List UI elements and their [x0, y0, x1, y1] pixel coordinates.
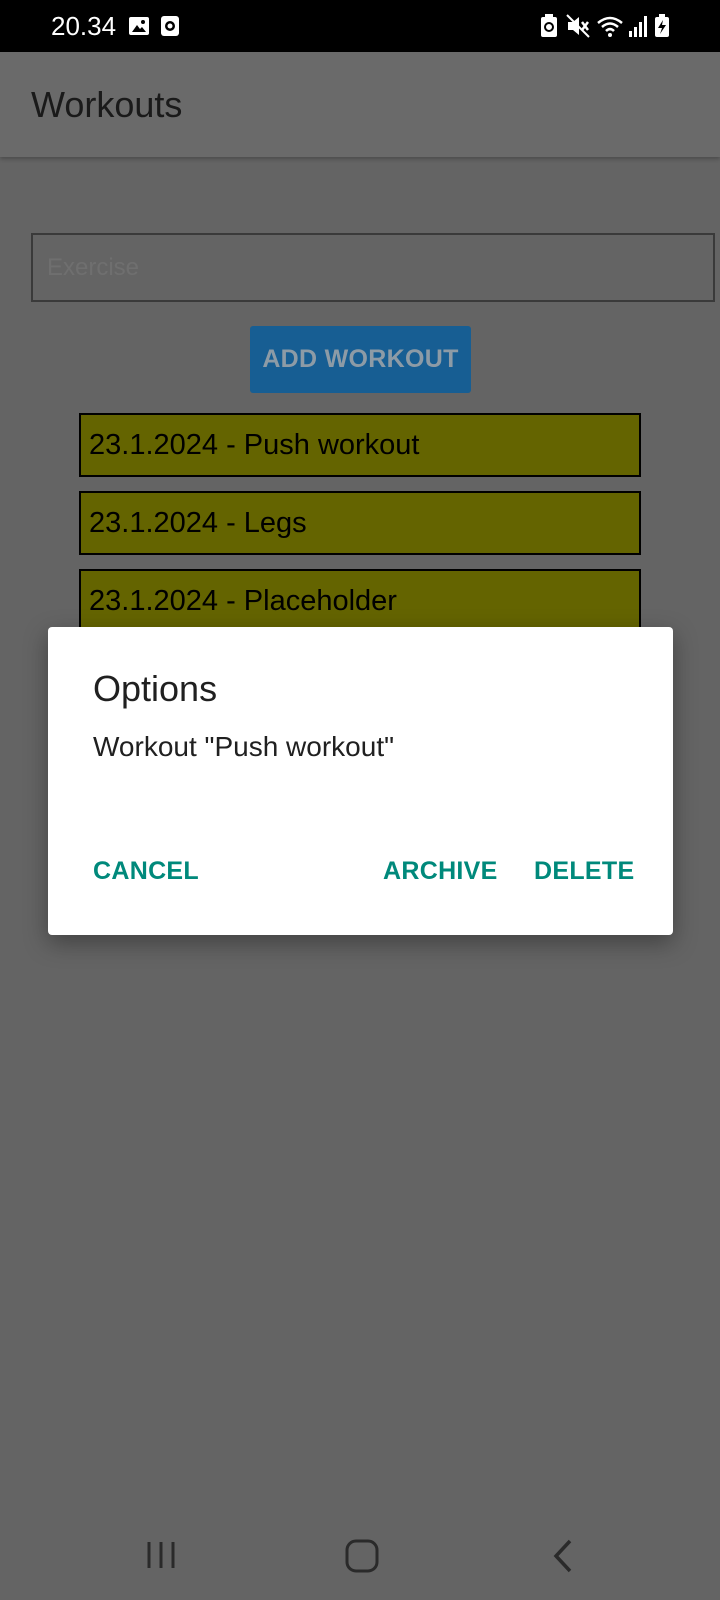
exercise-input[interactable] — [31, 233, 715, 302]
delete-button[interactable]: DELETE — [534, 857, 634, 886]
image-icon — [129, 17, 149, 35]
battery-saver-icon — [541, 14, 557, 37]
workout-item[interactable]: 23.1.2024 - Legs — [79, 491, 641, 555]
battery-icon — [655, 14, 669, 37]
signal-icon — [629, 16, 647, 37]
cancel-button[interactable]: CANCEL — [93, 857, 199, 886]
dialog-message: Workout "Push workout" — [93, 731, 395, 762]
dialog-title: Options — [93, 668, 218, 709]
archive-button[interactable]: ARCHIVE — [383, 857, 498, 886]
back-icon[interactable] — [552, 1538, 576, 1574]
wifi-icon — [597, 16, 623, 37]
options-dialog: Options Workout "Push workout" CANCEL AR… — [48, 627, 673, 935]
workout-item[interactable]: 23.1.2024 - Push workout — [79, 413, 641, 477]
status-bar: 20.34 — [0, 0, 720, 52]
app-bar: Workouts — [0, 52, 720, 157]
workout-item[interactable]: 23.1.2024 - Placeholder — [79, 569, 641, 633]
status-time: 20.34 — [51, 11, 117, 41]
page-title: Workouts — [31, 84, 183, 125]
home-icon[interactable] — [344, 1538, 380, 1574]
add-workout-button[interactable]: ADD WORKOUT — [250, 326, 471, 393]
mute-icon — [566, 14, 590, 38]
recent-apps-icon[interactable] — [144, 1538, 178, 1572]
record-icon — [161, 16, 179, 36]
navigation-bar — [0, 1500, 720, 1600]
